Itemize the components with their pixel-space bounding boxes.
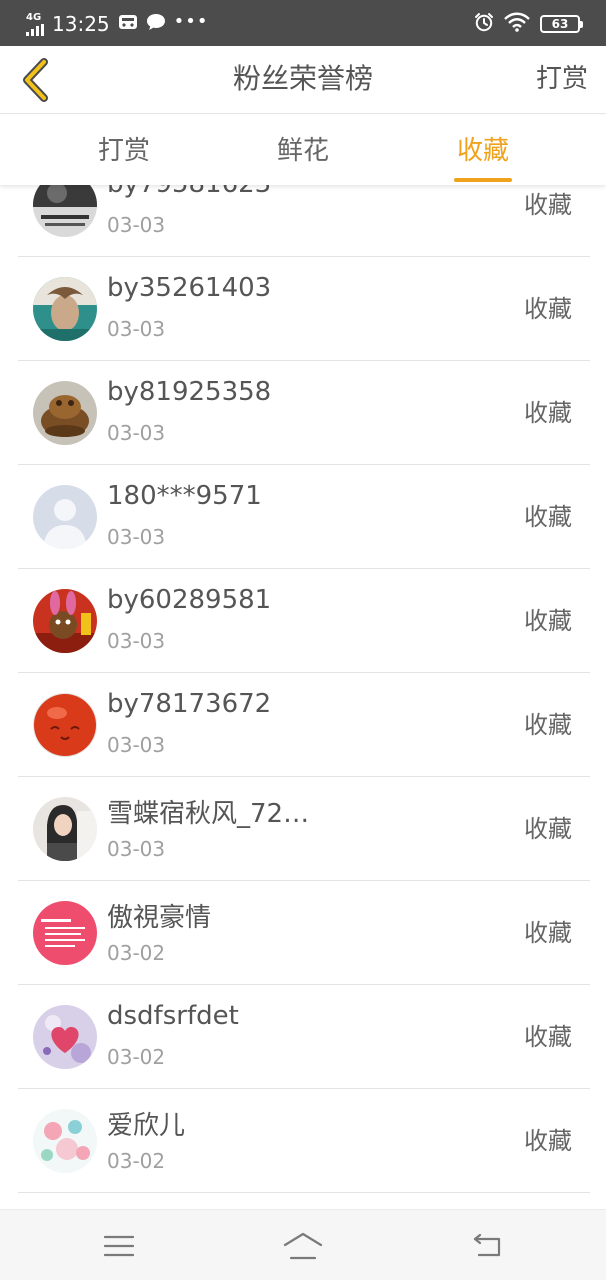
message-icon	[118, 13, 138, 35]
user-date: 03-03	[107, 837, 166, 861]
user-name: 傲視豪情	[107, 903, 212, 933]
status-bar-right: 63	[474, 8, 583, 40]
action-label: 收藏	[524, 503, 572, 531]
avatar	[33, 901, 97, 965]
avatar	[33, 1109, 97, 1173]
user-name: by35261403	[107, 273, 272, 303]
action-label: 收藏	[524, 295, 572, 323]
battery-level: 63	[551, 17, 569, 31]
user-date: 03-03	[107, 733, 166, 757]
default-avatar-icon	[33, 485, 97, 549]
user-date: 03-02	[107, 1149, 166, 1173]
list-item[interactable]: by35261403 03-03 收藏	[18, 257, 590, 361]
list-item[interactable]: 爱欣儿 03-02 收藏	[18, 1089, 590, 1193]
back-icon	[473, 1233, 501, 1257]
action-label: 收藏	[524, 815, 572, 843]
user-date: 03-02	[107, 941, 166, 965]
more-dots-icon: •••	[173, 10, 209, 32]
page-title: 粉丝荣誉榜	[232, 62, 373, 95]
status-bar: 4G 13:25 ••• 63	[0, 0, 606, 46]
action-label: 收藏	[524, 399, 572, 427]
home-button[interactable]	[283, 1228, 323, 1264]
list-item[interactable]: by60289581 03-03 收藏	[18, 569, 590, 673]
user-name: dsdfsrfdet	[107, 1001, 239, 1031]
user-name: 180***9571	[107, 481, 262, 511]
user-name: 爱欣儿	[107, 1111, 186, 1141]
list-item[interactable]: by78173672 03-03 收藏	[18, 673, 590, 777]
user-date: 03-03	[107, 525, 166, 549]
action-label: 收藏	[524, 1127, 572, 1155]
list-item[interactable]: by81925358 03-03 收藏	[18, 361, 590, 465]
user-date: 03-03	[107, 317, 166, 341]
action-label: 收藏	[524, 711, 572, 739]
menu-icon	[104, 1235, 134, 1257]
action-label: 收藏	[524, 1023, 572, 1051]
user-date: 03-03	[107, 213, 166, 237]
app-header: 粉丝荣誉榜 打赏	[0, 46, 606, 114]
user-name: 雪蝶宿秋风_72…	[107, 799, 310, 829]
avatar	[33, 693, 97, 757]
alarm-icon	[474, 12, 494, 36]
chat-bubble-icon	[146, 13, 166, 35]
list-item[interactable]: 雪蝶宿秋风_72… 03-03 收藏	[18, 777, 590, 881]
avatar	[33, 381, 97, 445]
list-item[interactable]: dsdfsrfdet 03-02 收藏	[18, 985, 590, 1089]
wifi-icon	[504, 12, 530, 36]
list-item[interactable]: 傲視豪情 03-02 收藏	[18, 881, 590, 985]
menu-button[interactable]	[99, 1228, 139, 1264]
user-date: 03-03	[107, 629, 166, 653]
action-label: 收藏	[524, 607, 572, 635]
avatar	[33, 797, 97, 861]
tab-bar: 打赏 鲜花 收藏	[0, 115, 606, 185]
status-bar-left: 4G 13:25 •••	[26, 8, 209, 40]
tab-flowers[interactable]: 鲜花	[243, 115, 363, 185]
avatar	[33, 589, 97, 653]
status-time: 13:25	[52, 12, 110, 36]
fan-list[interactable]: by79581623 03-03 收藏 by35261403 03-03 收藏 …	[18, 153, 590, 1209]
tab-favorites[interactable]: 收藏	[423, 115, 543, 185]
system-nav-bar	[0, 1209, 606, 1280]
tab-active-indicator	[454, 178, 512, 182]
battery-icon: 63	[540, 15, 583, 33]
network-type: 4G	[26, 11, 42, 23]
avatar	[33, 277, 97, 341]
list-item[interactable]: 180***9571 03-03 收藏	[18, 465, 590, 569]
avatar	[33, 1005, 97, 1069]
user-name: by60289581	[107, 585, 272, 615]
signal-icon: 4G	[26, 11, 44, 36]
user-date: 03-03	[107, 421, 166, 445]
user-name: by78173672	[107, 689, 272, 719]
home-icon	[283, 1232, 323, 1260]
back-nav-button[interactable]	[467, 1228, 507, 1264]
action-label: 收藏	[524, 919, 572, 947]
user-date: 03-02	[107, 1045, 166, 1069]
tab-tips[interactable]: 打赏	[64, 115, 184, 185]
tip-button[interactable]: 打赏	[536, 46, 588, 114]
user-name: by81925358	[107, 377, 272, 407]
